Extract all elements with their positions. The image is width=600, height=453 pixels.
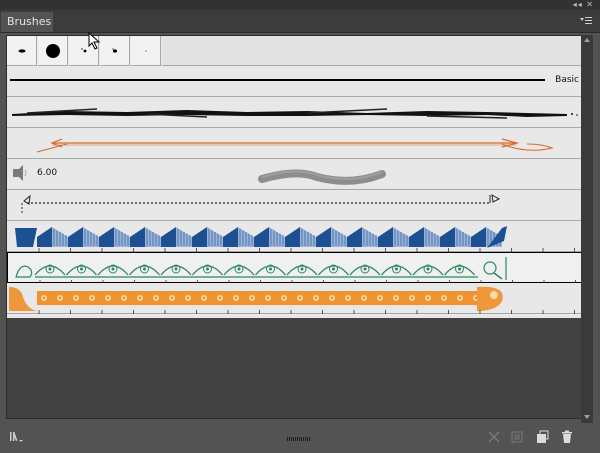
pattern-dot [48,267,52,271]
pattern-dot [282,296,286,300]
brush-row-orange-pattern[interactable] [7,283,582,314]
brush-list: Basic 6.00 [6,35,583,419]
brush-row-bristle[interactable]: 6.00 [7,159,582,190]
window-controls[interactable]: ◂◂ ✕ [573,0,594,10]
pattern-dot [154,296,158,300]
pattern-dot [314,296,318,300]
brush-thumbnail-round-dot[interactable] [38,36,68,66]
pattern-dot [42,296,46,300]
pattern-tile [347,227,362,247]
pattern-dot [330,296,334,300]
pattern-dot [395,267,398,271]
pattern-dot [206,267,209,271]
tab-brushes[interactable]: Brushes [1,12,53,32]
pattern-dot [80,267,83,271]
vertical-scrollbar[interactable] [581,35,593,423]
pattern-dot [458,296,462,300]
brush-row-decorative-arrow[interactable] [7,128,582,159]
pattern-start-tile [9,287,37,311]
tab-label: Brushes [7,15,52,28]
pattern-tile [254,227,269,247]
panel-resize-gripper[interactable] [287,437,311,441]
pattern-dot [122,296,126,300]
brush-row-green-pattern[interactable] [7,252,582,284]
pattern-dot [426,267,430,271]
pattern-start-tile [15,265,33,278]
pattern-dot [186,296,190,300]
thumbnail-row-empty [162,36,582,66]
pattern-dot [300,267,304,271]
pattern-tile [223,227,238,247]
brush-libraries-menu-icon[interactable] [9,430,23,444]
pattern-dot [332,267,335,271]
pattern-dot [111,267,115,271]
scroll-up-arrow-icon[interactable] [584,38,590,42]
pattern-dot [266,296,270,300]
pattern-dot [474,296,478,300]
window-title-bar: ◂◂ ✕ [0,0,600,10]
brush-thumbnail-scatter-2[interactable] [100,36,130,66]
brush-row-basic[interactable]: Basic [7,66,582,97]
pattern-end-tile [483,261,497,275]
pattern-end-swirl [490,291,498,299]
pattern-dot [174,267,178,271]
pattern-dot [394,296,398,300]
pattern-start-tile [15,228,37,247]
brush-name-label: Basic [555,75,579,85]
pattern-dot [426,296,430,300]
brush-row-dashed-arrow[interactable] [7,190,582,221]
mouse-pointer-icon [88,32,101,50]
pattern-dot [442,296,446,300]
pattern-dot [298,296,302,300]
pattern-dot [378,296,382,300]
pattern-tile [378,227,393,247]
pattern-dot [170,296,174,300]
pattern-dot [269,267,272,271]
new-brush-icon[interactable] [535,430,549,444]
pattern-tile [471,227,486,247]
brush-thumbnail-calligraphic-1[interactable] [7,36,37,66]
pattern-tile [285,227,300,247]
pattern-dot [458,267,461,271]
brush-thumbnail-tiny-dot[interactable] [131,36,161,66]
pattern-tile [316,227,331,247]
brushes-panel: Brushes Basic 6.00 [0,10,600,453]
pattern-dot [138,296,142,300]
remove-brush-stroke-icon[interactable] [487,430,501,444]
brush-size-label: 6.00 [37,168,58,178]
brush-row-blue-pattern[interactable] [7,221,582,252]
pattern-dot [410,296,414,300]
brush-row-charcoal[interactable] [7,97,582,128]
pattern-end-handle [493,272,503,280]
pattern-dot [218,296,222,300]
pattern-dot [202,296,206,300]
scroll-down-arrow-icon[interactable] [584,415,590,419]
pattern-dot [362,296,366,300]
pattern-tile [37,227,52,247]
pattern-tile [68,227,83,247]
pattern-dot [106,296,110,300]
pattern-dot [237,267,241,271]
pattern-tile [192,227,207,247]
brush-list-items: Basic 6.00 [7,36,582,318]
pattern-dot [363,267,367,271]
pattern-dot [234,296,238,300]
delete-brush-icon[interactable] [560,430,574,444]
pattern-tile [440,227,455,247]
pattern-tile [99,227,114,247]
pattern-tile [409,227,424,247]
panel-menu-icon[interactable] [579,14,593,28]
pattern-dot [74,296,78,300]
pattern-dot [250,296,254,300]
pattern-tile [161,227,176,247]
pattern-dot [143,267,146,271]
pattern-tile [130,227,145,247]
brush-options-icon[interactable] [510,430,524,444]
panel-tab-bar: Brushes [0,10,600,33]
pattern-dot [90,296,94,300]
pattern-end-tile [477,286,503,311]
pattern-dot [58,296,62,300]
pattern-dot [346,296,350,300]
